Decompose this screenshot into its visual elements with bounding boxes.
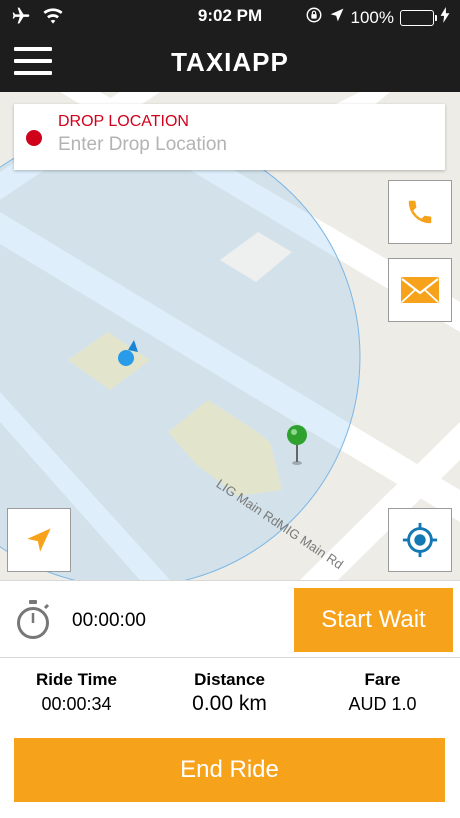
app-title: TAXIAPP xyxy=(171,47,289,77)
ride-time-value: 00:00:34 xyxy=(41,694,112,714)
charging-bolt-icon xyxy=(440,7,450,28)
wait-timer-bar: 00:00:00 Start Wait xyxy=(0,580,460,658)
drop-location-label: DROP LOCATION xyxy=(58,113,189,130)
wait-timer-value: 00:00:00 xyxy=(72,610,146,631)
message-button[interactable] xyxy=(388,258,452,322)
locate-target-icon xyxy=(402,522,438,558)
drop-location-dot-icon xyxy=(26,130,42,146)
call-button[interactable] xyxy=(388,180,452,244)
nav-bar: TAXIAPP xyxy=(0,34,460,92)
status-bar: 9:02 PM 100% xyxy=(0,0,460,34)
distance-stat: Distance 0.00 km xyxy=(153,670,306,716)
stopwatch-icon xyxy=(17,600,50,639)
start-wait-button[interactable]: Start Wait xyxy=(294,588,453,652)
my-location-button[interactable] xyxy=(388,508,452,572)
distance-label: Distance xyxy=(194,670,265,689)
battery-percent: 100% xyxy=(350,7,394,27)
fare-value: AUD 1.0 xyxy=(348,694,417,714)
fare-label: Fare xyxy=(364,670,401,689)
ride-stats: Ride Time 00:00:34 Distance 0.00 km Fare… xyxy=(0,658,460,730)
battery-icon xyxy=(400,9,437,26)
navigate-button[interactable] xyxy=(7,508,71,572)
drop-location-box[interactable]: DROP LOCATION xyxy=(14,104,445,170)
drop-location-input[interactable] xyxy=(58,134,428,156)
current-location-marker xyxy=(118,340,138,366)
phone-icon xyxy=(408,200,432,224)
navigation-arrow-icon xyxy=(27,528,51,552)
ride-time-stat: Ride Time 00:00:34 xyxy=(0,670,153,715)
destination-pin-icon[interactable] xyxy=(284,422,310,468)
fare-stat: Fare AUD 1.0 xyxy=(306,670,459,715)
rotation-lock-icon xyxy=(305,6,323,29)
location-arrow-icon xyxy=(329,7,345,28)
end-ride-button[interactable]: End Ride xyxy=(14,738,445,802)
ride-time-label: Ride Time xyxy=(36,670,117,689)
mail-icon xyxy=(401,277,439,303)
status-right: 100% xyxy=(305,6,450,29)
distance-value: 0.00 km xyxy=(192,692,267,715)
